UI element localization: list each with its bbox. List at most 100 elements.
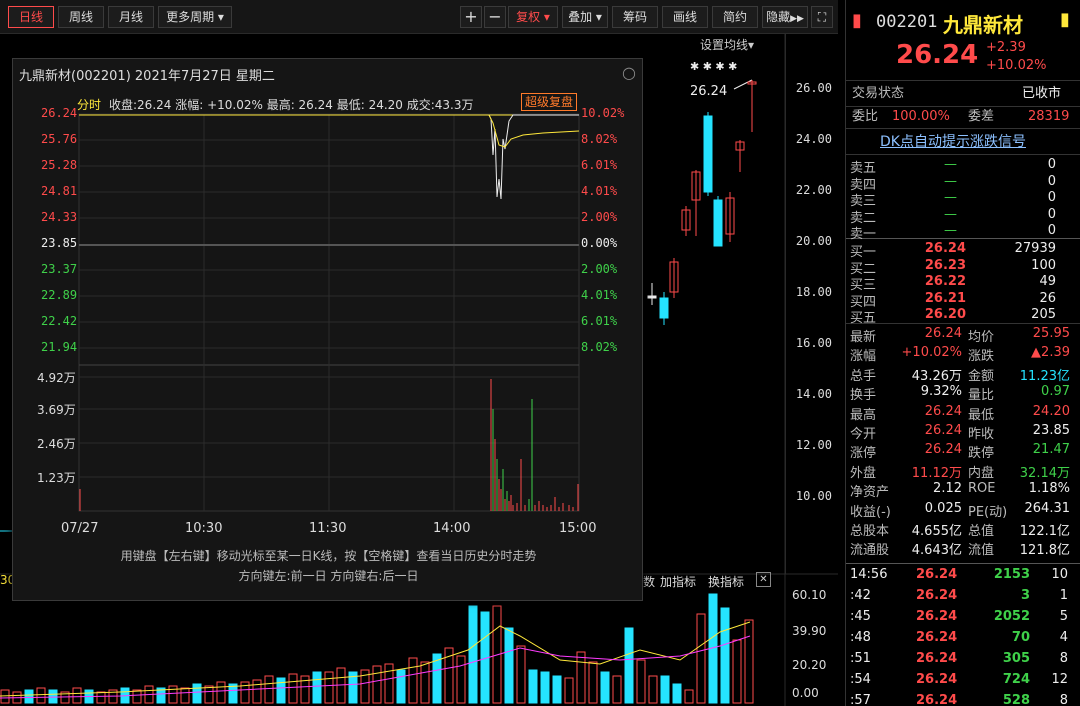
trade-status-value: 已收市	[1022, 86, 1062, 101]
arrow-key-hint: 方向键左:前一日 方向键右:后一日	[238, 569, 419, 583]
price-axis: 26.00 24.00 22.00 20.00 18.00 16.00 14.0…	[785, 34, 838, 574]
ma-setting-button[interactable]: 设置均线▾	[700, 36, 754, 53]
trade-status-label: 交易状态	[852, 86, 905, 101]
volume-axis-label: 1.23万	[37, 471, 76, 485]
stat-label: 换手	[850, 388, 877, 404]
tick-volume: 3	[1020, 588, 1030, 603]
stat-label: 涨跌	[968, 349, 995, 365]
price-axis-label: 25.76	[41, 132, 78, 146]
intraday-chart[interactable]	[13, 59, 644, 539]
price-tick: 22.00	[795, 183, 832, 197]
pct-axis-label: 2.00%	[581, 262, 618, 276]
ask-level-volume: 0	[1047, 173, 1056, 189]
stat-value: 4.655亿	[911, 524, 962, 539]
quote-panel: ▮ 002201 九鼎新材 ▮ 26.24 +2.39 +10.02% 交易状态…	[845, 0, 1080, 706]
stat-label: 昨收	[968, 427, 995, 442]
stat-label: 总值	[968, 524, 995, 539]
ask-level-price: —	[944, 206, 957, 222]
indicator-param-button[interactable]: 数	[643, 573, 655, 590]
tick-time: :57	[850, 693, 871, 706]
stat-label: 量比	[968, 388, 995, 404]
star-marker-icon: ✱ ✱ ✱ ✱	[690, 60, 737, 73]
close-icon[interactable]: ✕	[756, 572, 771, 587]
ask-level-volume: 0	[1047, 223, 1056, 238]
tick-time: :51	[850, 651, 871, 666]
tick-time: :42	[850, 588, 871, 603]
price-tick: 14.00	[795, 387, 832, 401]
tick-volume: 2153	[993, 567, 1030, 582]
weibi-value: 100.00%	[892, 109, 950, 124]
weicha-label: 委差	[968, 109, 995, 124]
stat-value: 4.643亿	[911, 543, 962, 559]
dk-signal-link[interactable]: DK点自动提示涨跌信号	[880, 133, 1026, 151]
stat-value: 32.14万	[1019, 465, 1070, 481]
weibi-label: 委比	[852, 109, 879, 124]
stat-label: 涨幅	[850, 349, 877, 365]
price-tick: 20.00	[795, 234, 832, 248]
price-tick: 16.00	[795, 336, 832, 350]
stat-label: 净资产	[850, 485, 890, 501]
stat-label: 跌停	[968, 446, 995, 462]
chevron-down-icon: ▾	[748, 38, 755, 52]
stat-value: 26.24	[924, 326, 962, 341]
stat-value: 24.20	[1032, 403, 1070, 419]
volume-axis-label: 2.46万	[37, 437, 76, 451]
price-tick: 24.00	[795, 132, 832, 146]
tick-time: :48	[850, 630, 871, 645]
time-axis-label: 14:00	[433, 521, 471, 536]
tick-price: 26.24	[916, 693, 958, 706]
bid-level-volume: 26	[1039, 290, 1056, 306]
pct-axis-label: 8.02%	[581, 340, 618, 354]
stat-value: +10.02%	[901, 345, 962, 361]
price-tick: 10.00	[795, 489, 832, 503]
tick-volume: 528	[1002, 693, 1030, 706]
bid-level-volume: 27939	[1014, 241, 1056, 256]
ask-level-volume: 0	[1047, 190, 1056, 205]
volume-tick: 39.90	[792, 624, 827, 638]
time-axis-label: 10:30	[185, 521, 223, 536]
current-price: 26.24	[896, 40, 979, 70]
price-axis-label: 26.24	[41, 106, 78, 120]
tick-time: 14:56	[850, 567, 888, 582]
ask-level-label: 卖一	[850, 227, 877, 242]
tick-count: 5	[1059, 609, 1068, 624]
tick-count: 8	[1059, 651, 1068, 666]
pct-axis-label: 2.00%	[581, 210, 618, 224]
tick-count: 10	[1051, 567, 1068, 582]
prev-stock-icon[interactable]: ▮	[852, 10, 862, 31]
stat-value: 26.24	[924, 442, 962, 458]
stat-value: 121.8亿	[1019, 543, 1070, 559]
stat-label: 外盘	[850, 465, 877, 481]
keyboard-hint: 用键盘【左右键】移动光标至某一日K线，按【空格键】查看当日历史分时走势	[120, 549, 537, 563]
stat-label: 总手	[850, 368, 877, 384]
stat-label: PE(动)	[968, 504, 1008, 520]
next-stock-icon[interactable]: ▮	[1060, 9, 1070, 30]
bid-level-volume: 100	[1031, 257, 1056, 273]
tick-volume: 305	[1002, 651, 1030, 666]
volume-axis-label: 4.92万	[37, 371, 76, 385]
pct-axis-label: 4.01%	[581, 184, 618, 198]
stat-label: 最新	[850, 330, 877, 345]
bid-level-price: 26.22	[924, 274, 966, 289]
stat-value: 43.26万	[911, 368, 962, 384]
stat-value: 26.24	[924, 403, 962, 419]
bid-level-price: 26.20	[924, 307, 966, 322]
pct-axis-label: 0.00%	[581, 236, 618, 250]
stock-name: 九鼎新材	[943, 13, 1023, 37]
ask-level-price: —	[944, 173, 957, 189]
stat-value: 11.12万	[911, 465, 962, 481]
tick-price: 26.24	[916, 588, 958, 603]
tick-price: 26.24	[916, 672, 958, 687]
add-indicator-button[interactable]: 加指标	[660, 573, 696, 590]
tick-price: 26.24	[916, 567, 958, 582]
stat-label: 涨停	[850, 446, 877, 462]
stat-value: 2.12	[933, 481, 962, 497]
price-tick: 26.00	[795, 81, 832, 95]
tick-price: 26.24	[916, 630, 958, 645]
price-axis-label: 23.37	[41, 262, 78, 276]
ask-level-volume: 0	[1047, 157, 1056, 172]
bid-level-volume: 49	[1039, 274, 1056, 289]
switch-indicator-button[interactable]: 换指标	[708, 573, 744, 590]
weicha-value: 28319	[1028, 109, 1070, 124]
stat-value: 122.1亿	[1019, 524, 1070, 539]
